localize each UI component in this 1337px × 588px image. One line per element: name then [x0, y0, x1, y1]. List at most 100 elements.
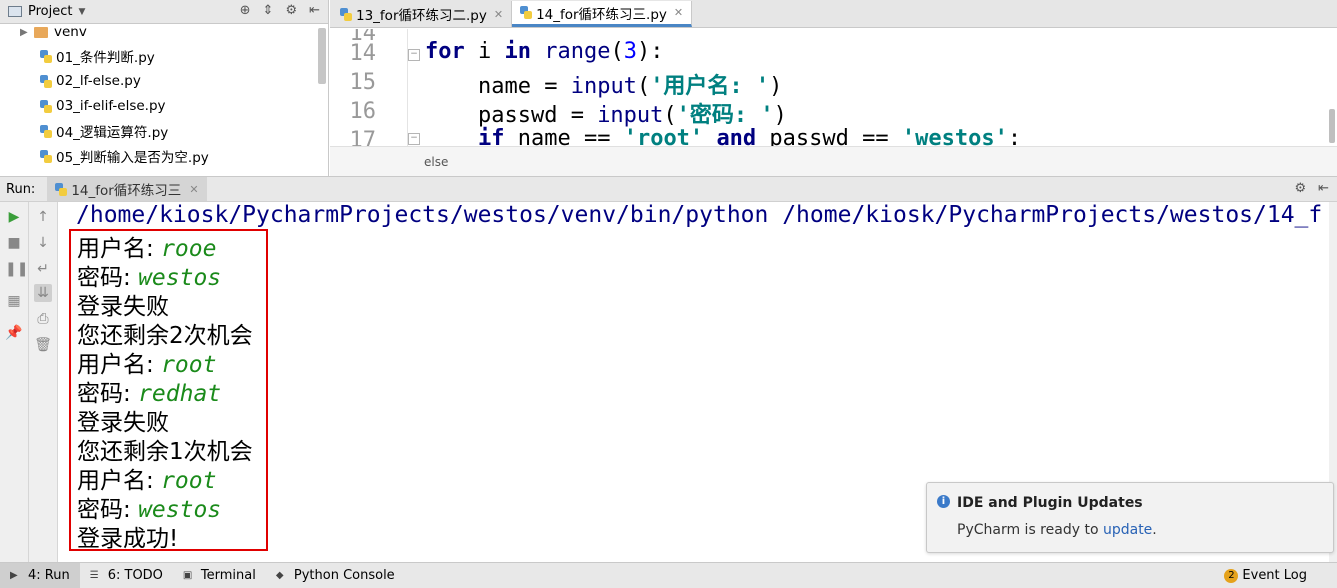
- tab-13-for-loop[interactable]: 13_for循环练习二.py ✕: [332, 1, 513, 27]
- update-notification[interactable]: i IDE and Plugin Updates PyCharm is read…: [926, 482, 1334, 553]
- python-file-icon: [340, 7, 352, 21]
- close-icon[interactable]: ✕: [674, 6, 683, 19]
- breadcrumb-item[interactable]: else: [424, 155, 448, 169]
- tab-label: 13_for循环练习二.py: [356, 8, 487, 24]
- tool-window-label: 4: Run: [28, 568, 70, 583]
- locate-icon[interactable]: ⊕: [240, 3, 251, 18]
- tool-window-label: 6: TODO: [107, 568, 163, 583]
- run-toolbar: ▶ ■ ❚❚ ▦ 📌: [0, 202, 29, 562]
- pause-icon[interactable]: ❚❚: [5, 260, 28, 278]
- python-console-icon: ◆: [275, 569, 284, 581]
- project-header-icons: ⊕ ⇕ ⚙ ⇤: [240, 3, 320, 18]
- line-number-gutter: 14 14 15 16 17: [330, 29, 408, 146]
- scroll-to-end-icon[interactable]: ⇊: [34, 284, 52, 302]
- code-line-17: if name == 'root' and passwd == 'westos'…: [477, 126, 1022, 146]
- console-toolbar: ↑ ↓ ↵ ⇊ ⎙ 🗑: [29, 202, 58, 562]
- tree-item-file[interactable]: 05_判断输入是否为空.py: [40, 144, 209, 168]
- hide-icon[interactable]: ⇤: [1318, 181, 1329, 196]
- expand-arrow-icon[interactable]: ▶: [20, 27, 34, 38]
- info-icon: i: [937, 495, 950, 508]
- tab-14-for-loop[interactable]: 14_for循环练习三.py ✕: [512, 1, 693, 27]
- line-number: 16: [349, 99, 377, 124]
- tool-window-terminal[interactable]: ▣ Terminal: [173, 563, 266, 588]
- close-icon[interactable]: ✕: [494, 8, 503, 21]
- python-file-icon: [40, 99, 52, 113]
- notification-body: PyCharm is ready to update.: [957, 522, 1157, 538]
- event-count-badge: 2: [1224, 568, 1239, 583]
- code-line-16: passwd = input('密码: '): [425, 103, 787, 128]
- console-line: 登录成功!: [77, 526, 179, 552]
- notification-text: PyCharm is ready to: [957, 522, 1103, 538]
- tree-item-label: 01_条件判断.py: [56, 50, 155, 66]
- tree-item-label: 02_lf-else.py: [56, 73, 141, 89]
- editor-tab-bar: 13_for循环练习二.py ✕ 14_for循环练习三.py ✕: [330, 0, 1337, 28]
- run-label: Run:: [6, 181, 36, 197]
- update-link[interactable]: update: [1103, 522, 1152, 538]
- tree-item-file[interactable]: 03_if-elif-else.py: [40, 94, 166, 118]
- code-line-15: name = input('用户名: '): [425, 74, 783, 99]
- arrow-down-icon[interactable]: ↓: [34, 234, 52, 252]
- editor-scrollbar[interactable]: [1329, 109, 1335, 143]
- tree-item-venv[interactable]: ▶ venv: [20, 20, 87, 44]
- arrow-up-icon[interactable]: ↑: [34, 208, 52, 226]
- terminal-icon: ▣: [182, 569, 193, 581]
- run-tab[interactable]: 14_for循环练习三 ✕: [47, 177, 207, 201]
- line-number: 17: [349, 128, 377, 146]
- tree-item-label: 05_判断输入是否为空.py: [56, 150, 209, 166]
- pin-icon[interactable]: 📌: [5, 324, 23, 342]
- notification-text-end: .: [1152, 522, 1157, 538]
- code-area[interactable]: 14 14 15 16 17 − − for i in range(3): na…: [330, 29, 1337, 146]
- project-icon: [8, 6, 22, 17]
- fold-marker-icon[interactable]: −: [408, 133, 420, 145]
- collapse-icon[interactable]: ⇕: [263, 3, 274, 18]
- event-log[interactable]: 2 Event Log: [1224, 568, 1307, 583]
- editor: 13_for循环练习二.py ✕ 14_for循环练习三.py ✕ 14 14 …: [330, 0, 1337, 176]
- gear-icon[interactable]: ⚙: [285, 3, 297, 18]
- tree-item-label: venv: [54, 24, 87, 40]
- tree-item-file[interactable]: 04_逻辑运算符.py: [40, 119, 168, 143]
- tree-item-label: 03_if-elif-else.py: [56, 98, 166, 114]
- breadcrumb: else: [330, 146, 1337, 176]
- status-bar: ▶ 4: Run ☰ 6: TODO ▣ Terminal ◆ Python C…: [0, 562, 1337, 588]
- code-line-14: for i in range(3):: [425, 39, 664, 64]
- project-panel: Project ▼ ⊕ ⇕ ⚙ ⇤ ▶ venv 01_条件判断.py 02_l…: [0, 0, 329, 176]
- layout-icon[interactable]: ▦: [5, 292, 23, 310]
- rerun-icon[interactable]: ▶: [5, 208, 23, 226]
- gear-icon[interactable]: ⚙: [1294, 181, 1306, 196]
- python-file-icon: [40, 149, 52, 163]
- python-file-icon: [520, 6, 533, 19]
- tree-item-file[interactable]: 01_条件判断.py: [40, 44, 155, 68]
- run-panel-header: Run: 14_for循环练习三 ✕ ⚙ ⇤: [0, 176, 1337, 202]
- tool-window-python-console[interactable]: ◆ Python Console: [266, 563, 405, 588]
- tool-window-run[interactable]: ▶ 4: Run: [0, 562, 80, 588]
- run-tab-label: 14_for循环练习三: [71, 183, 182, 199]
- print-icon[interactable]: ⎙: [34, 310, 52, 328]
- tool-window-label: Python Console: [293, 568, 395, 583]
- tool-window-todo[interactable]: ☰ 6: TODO: [80, 563, 173, 588]
- close-icon[interactable]: ✕: [189, 183, 198, 196]
- stop-icon[interactable]: ■: [5, 234, 23, 252]
- project-scrollbar[interactable]: [318, 28, 326, 84]
- line-number: 14: [349, 41, 377, 66]
- python-file-icon: [40, 74, 52, 88]
- tab-label: 14_for循环练习三.py: [536, 6, 667, 23]
- run-header-icons: ⚙ ⇤: [1294, 181, 1329, 196]
- fold-marker-icon[interactable]: −: [408, 49, 420, 61]
- line-number: 15: [349, 70, 377, 95]
- tree-item-label: 04_逻辑运算符.py: [56, 125, 169, 141]
- chevron-down-icon[interactable]: ▼: [78, 7, 85, 17]
- run-icon: ▶: [10, 569, 18, 581]
- event-log-label: Event Log: [1242, 568, 1307, 583]
- hide-icon[interactable]: ⇤: [309, 3, 320, 18]
- project-title[interactable]: Project: [28, 4, 72, 19]
- python-file-icon: [40, 124, 52, 138]
- notification-title: IDE and Plugin Updates: [957, 495, 1143, 511]
- trash-icon[interactable]: 🗑: [34, 336, 52, 354]
- todo-icon: ☰: [89, 569, 99, 581]
- soft-wrap-icon[interactable]: ↵: [34, 260, 52, 278]
- tree-item-file[interactable]: 02_lf-else.py: [40, 69, 141, 93]
- python-file-icon: [55, 182, 68, 196]
- console-command: /home/kiosk/PycharmProjects/westos/venv/…: [76, 202, 1323, 228]
- tool-window-label: Terminal: [200, 568, 256, 583]
- python-file-icon: [40, 49, 52, 63]
